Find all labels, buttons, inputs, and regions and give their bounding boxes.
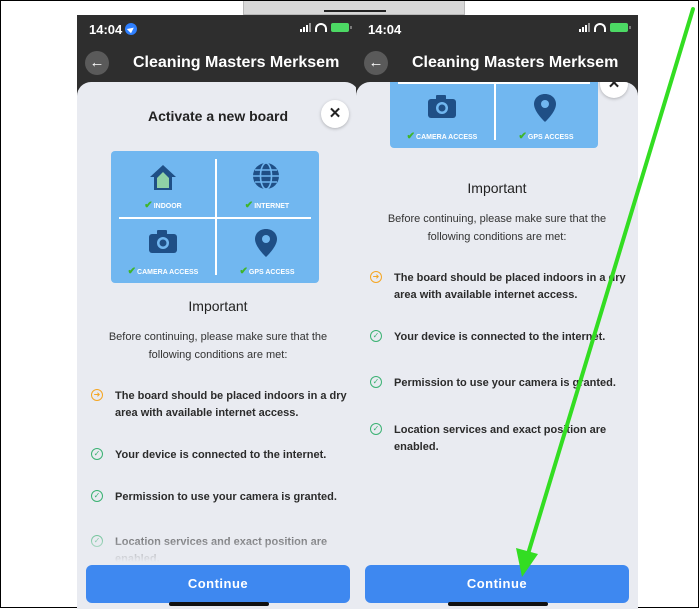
- screenshot-frame: 14:04 ← Cleaning Masters Merksem Activat…: [0, 0, 699, 609]
- annotation-arrow: [516, 7, 695, 577]
